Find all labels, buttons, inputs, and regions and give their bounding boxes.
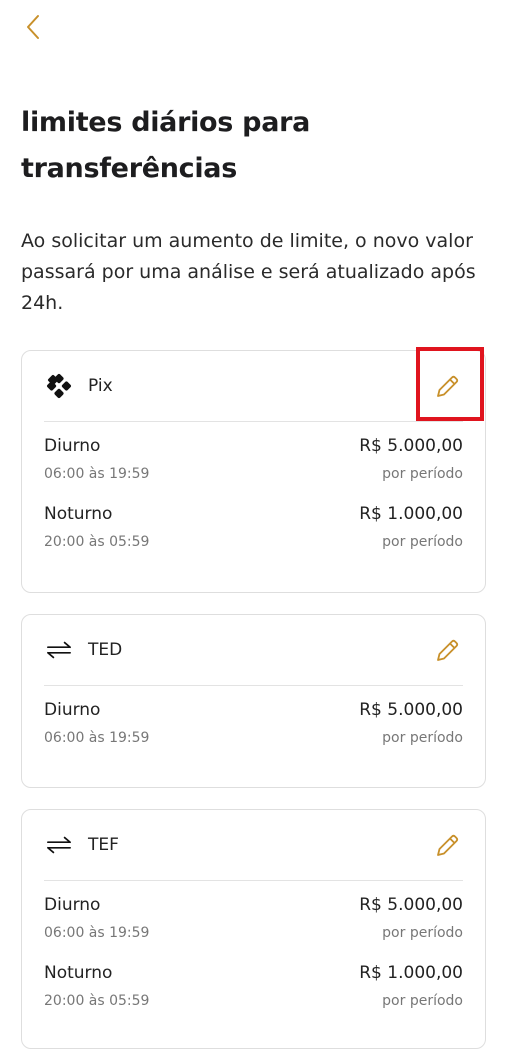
pencil-icon: [437, 639, 459, 661]
edit-ted-limit-button[interactable]: [431, 635, 463, 667]
limit-row: Noturno 20:00 às 05:59 R$ 1.000,00 por p…: [44, 490, 463, 558]
edit-pix-limit-button[interactable]: [431, 371, 463, 403]
pencil-icon: [437, 375, 459, 397]
method-name: TED: [88, 640, 123, 660]
page-description: Ao solicitar um aumento de limite, o nov…: [21, 230, 476, 314]
pix-icon: [46, 373, 72, 399]
back-button[interactable]: [18, 12, 48, 42]
pencil-icon: [437, 834, 459, 856]
limit-hours: 06:00 às 19:59: [44, 466, 150, 482]
limit-period: por período: [382, 466, 463, 482]
limit-period: por período: [382, 730, 463, 746]
limit-amount: R$ 5.000,00: [359, 895, 463, 915]
pix-limit-card: Pix Diurno 06:00 às 19:59 R$ 5.000,00 po…: [21, 347, 486, 593]
card-header: TED: [44, 615, 463, 686]
limit-label: Diurno: [44, 895, 101, 915]
limit-hours: 20:00 às 05:59: [44, 534, 150, 550]
limit-label: Diurno: [44, 700, 101, 720]
method-name: TEF: [88, 835, 119, 855]
edit-tef-limit-button[interactable]: [431, 830, 463, 862]
limit-row: Diurno 06:00 às 19:59 R$ 5.000,00 por pe…: [44, 881, 463, 949]
limit-row: Diurno 06:00 às 19:59 R$ 5.000,00 por pe…: [44, 686, 463, 754]
limit-label: Noturno: [44, 504, 113, 524]
limit-label: Diurno: [44, 436, 101, 456]
transfer-arrows-icon: [46, 637, 72, 663]
limit-row: Diurno 06:00 às 19:59 R$ 5.000,00 por pe…: [44, 422, 463, 490]
limit-period: por período: [382, 534, 463, 550]
ted-limit-card: TED Diurno 06:00 às 19:59 R$ 5.000,00 po…: [21, 614, 486, 788]
limit-amount: R$ 5.000,00: [359, 700, 463, 720]
tef-limit-card: TEF Diurno 06:00 às 19:59 R$ 5.000,00 po…: [21, 809, 486, 1049]
limit-period: por período: [382, 925, 463, 941]
card-header: TEF: [44, 810, 463, 881]
limit-label: Noturno: [44, 963, 113, 983]
card-header: Pix: [44, 347, 484, 422]
limit-amount: R$ 5.000,00: [359, 436, 463, 456]
limit-hours: 06:00 às 19:59: [44, 925, 150, 941]
page-title: limites diários para transferências: [21, 107, 311, 184]
method-name: Pix: [88, 376, 113, 396]
chevron-left-icon: [27, 15, 39, 39]
limit-hours: 06:00 às 19:59: [44, 730, 150, 746]
limit-amount: R$ 1.000,00: [359, 504, 463, 524]
limit-hours: 20:00 às 05:59: [44, 993, 150, 1009]
limit-period: por período: [382, 993, 463, 1009]
limit-row: Noturno 20:00 às 05:59 R$ 1.000,00 por p…: [44, 949, 463, 1017]
transfer-arrows-icon: [46, 832, 72, 858]
limit-amount: R$ 1.000,00: [359, 963, 463, 983]
